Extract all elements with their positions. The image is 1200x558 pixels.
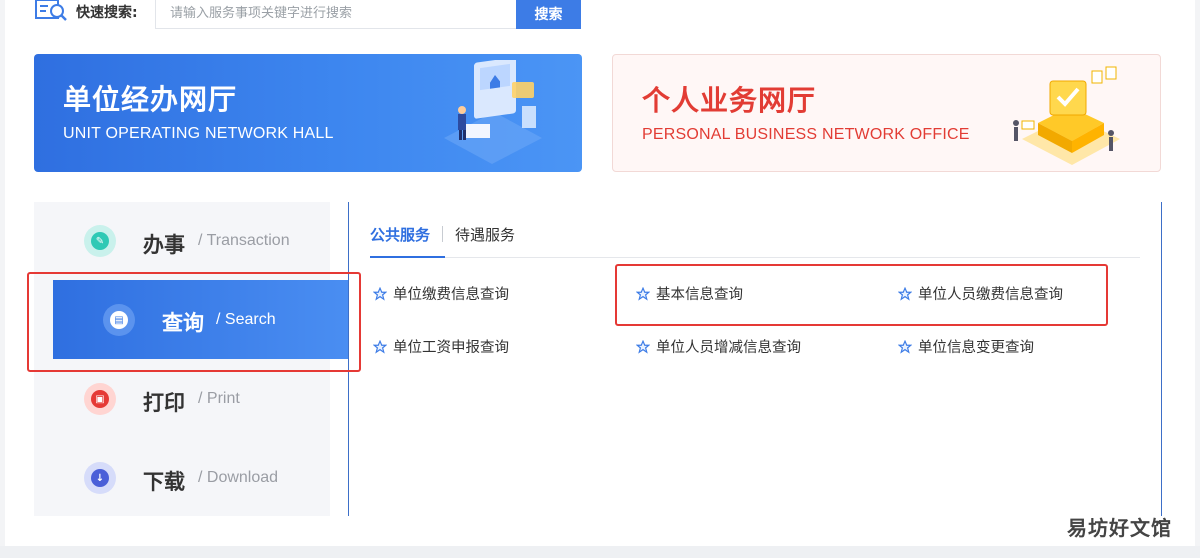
- download-icon: ↓: [84, 462, 116, 494]
- watermark: 易坊好文馆: [1067, 516, 1172, 540]
- menu-sublabel: / Transaction: [198, 232, 290, 249]
- service-link-wage-declaration[interactable]: 单位工资申报查询: [373, 336, 509, 357]
- document-icon: ▤: [103, 304, 135, 336]
- service-label: 单位人员增减信息查询: [656, 340, 801, 356]
- tab-benefit-services[interactable]: 待遇服务: [455, 224, 515, 245]
- menu-sublabel: / Download: [198, 469, 279, 486]
- service-link-staff-payment-info[interactable]: 单位人员缴费信息查询: [898, 283, 1063, 304]
- banner-subtitle: PERSONAL BUSINESS NETWORK OFFICE: [642, 126, 970, 143]
- panel-border: [1161, 202, 1162, 516]
- menu-sublabel: / Print: [198, 390, 240, 407]
- banner-title: 个人业务网厅: [642, 84, 817, 117]
- printer-icon: ▣: [84, 383, 116, 415]
- office-illustration-icon: [444, 60, 542, 164]
- menu-label: 查询: [162, 311, 204, 335]
- page: 快速搜索: 搜索 单位经办网厅 UNIT OPERATING NETWORK H…: [5, 0, 1195, 546]
- tab-public-services[interactable]: 公共服务: [370, 224, 430, 245]
- menu-label: 办事: [143, 233, 185, 257]
- side-menu: ✎ 办事 / Transaction ▣ 打印 / Print ↓ 下载 / D…: [34, 202, 330, 516]
- pen-icon: ✎: [84, 225, 116, 257]
- menu-sublabel: / Search: [216, 311, 276, 328]
- search-icon: [35, 0, 67, 21]
- service-link-unit-payment-info[interactable]: 单位缴费信息查询: [373, 283, 509, 304]
- service-link-unit-info-change[interactable]: 单位信息变更查询: [898, 336, 1034, 357]
- star-icon: [898, 339, 912, 354]
- service-tabs: 公共服务 待遇服务: [370, 222, 515, 246]
- panel-border: [348, 202, 349, 516]
- active-tab-indicator: [370, 256, 445, 258]
- menu-item-search[interactable]: ▤ 查询 / Search: [53, 280, 349, 359]
- menu-label: 下载: [143, 470, 185, 494]
- star-icon: [898, 286, 912, 301]
- personal-illustration-icon: [1013, 66, 1120, 165]
- menu-item-download[interactable]: ↓ 下载 / Download: [34, 439, 330, 519]
- search-button[interactable]: 搜索: [516, 0, 581, 29]
- star-icon: [636, 339, 650, 354]
- search-label: 快速搜索:: [76, 5, 138, 21]
- unit-network-hall-banner[interactable]: 单位经办网厅 UNIT OPERATING NETWORK HALL: [34, 54, 582, 172]
- service-label: 单位缴费信息查询: [393, 287, 509, 303]
- service-link-staff-changes[interactable]: 单位人员增减信息查询: [636, 336, 801, 357]
- star-icon: [636, 286, 650, 301]
- menu-label: 打印: [143, 391, 185, 415]
- tab-divider: [370, 257, 1140, 258]
- service-label: 基本信息查询: [656, 287, 743, 303]
- star-icon: [373, 339, 387, 354]
- menu-item-print[interactable]: ▣ 打印 / Print: [34, 361, 330, 441]
- banner-title: 单位经办网厅: [63, 83, 238, 116]
- banner-subtitle: UNIT OPERATING NETWORK HALL: [63, 125, 334, 142]
- menu-item-transaction[interactable]: ✎ 办事 / Transaction: [34, 202, 330, 282]
- personal-business-office-banner[interactable]: 个人业务网厅 PERSONAL BUSINESS NETWORK OFFICE: [612, 54, 1161, 172]
- service-label: 单位工资申报查询: [393, 340, 509, 356]
- search-input[interactable]: [155, 0, 521, 29]
- service-link-basic-info[interactable]: 基本信息查询: [636, 283, 743, 304]
- service-label: 单位人员缴费信息查询: [918, 287, 1063, 303]
- tab-separator: [442, 226, 444, 242]
- star-icon: [373, 286, 387, 301]
- service-label: 单位信息变更查询: [918, 340, 1034, 356]
- page-footer-strip: [0, 546, 1200, 558]
